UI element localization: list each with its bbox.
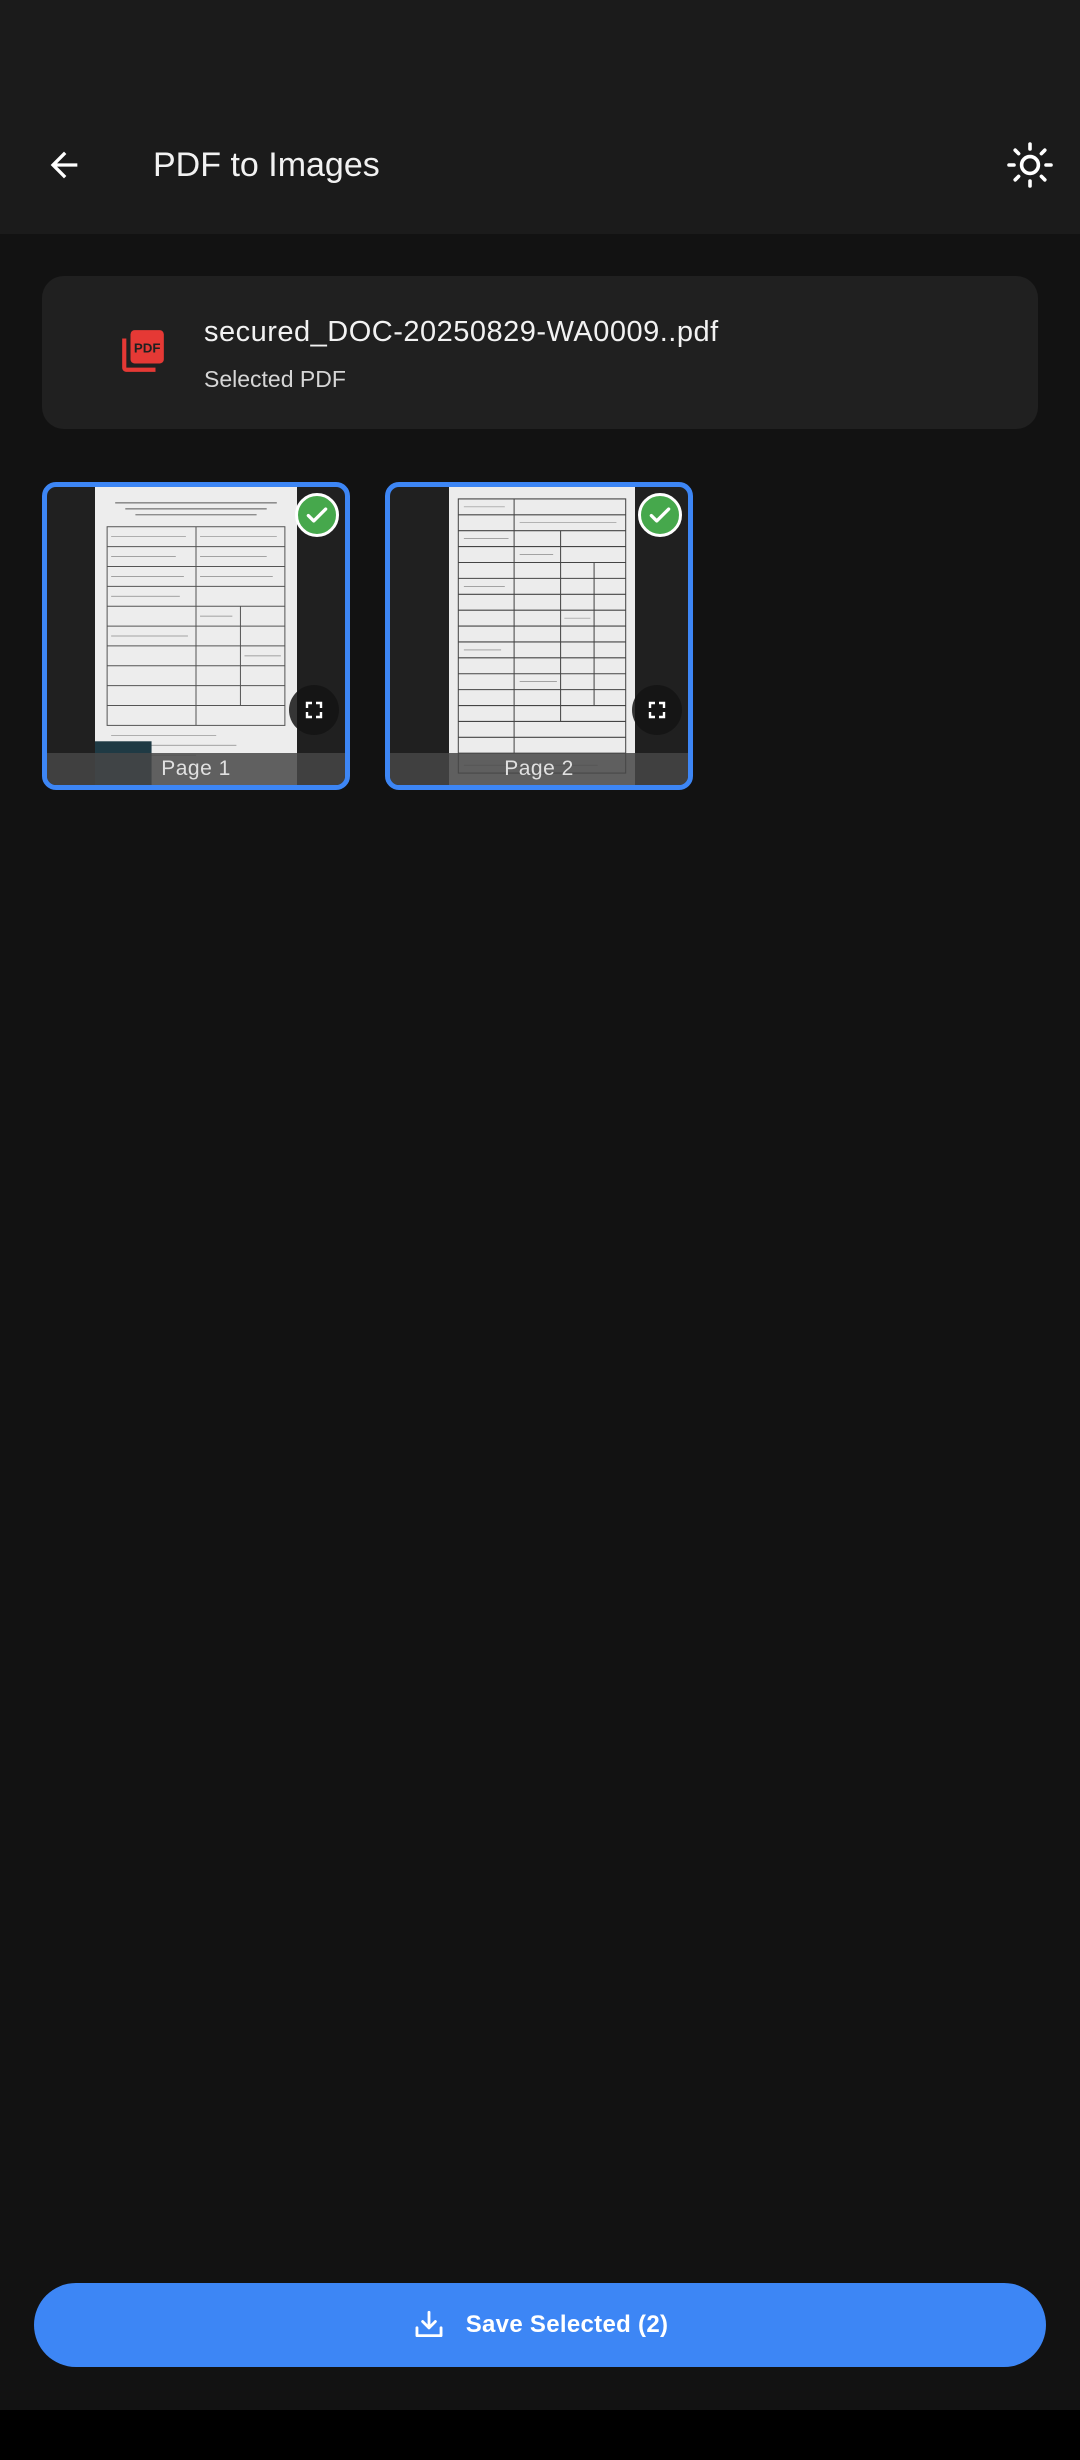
- theme-toggle-button[interactable]: [990, 125, 1070, 205]
- back-button[interactable]: [24, 125, 104, 205]
- selected-check-icon: [638, 493, 682, 537]
- status-bar: [0, 0, 1080, 96]
- arrow-left-icon: [50, 151, 78, 179]
- selected-check-icon: [295, 493, 339, 537]
- navigation-bar: [0, 2410, 1080, 2460]
- svg-text:PDF: PDF: [134, 340, 161, 355]
- file-name: secured_DOC-20250829-WA0009..pdf: [204, 316, 719, 348]
- page-title: PDF to Images: [153, 146, 380, 184]
- download-icon: [415, 2310, 443, 2338]
- expand-preview-button[interactable]: [632, 685, 682, 735]
- page-thumbnail-2[interactable]: Page 2: [385, 482, 693, 790]
- fullscreen-icon: [648, 701, 666, 719]
- page-preview-image: [449, 487, 635, 785]
- page-preview-image: [95, 487, 297, 785]
- page-label: Page 2: [390, 753, 688, 785]
- pdf-file-icon: PDF: [122, 330, 164, 372]
- selected-file-card[interactable]: PDF secured_DOC-20250829-WA0009..pdf Sel…: [42, 276, 1038, 429]
- fullscreen-icon: [305, 701, 323, 719]
- app-root: PDF to Images PDF secured_DOC-20250829-W…: [0, 0, 1080, 2460]
- save-selected-button[interactable]: Save Selected (2): [34, 2283, 1046, 2367]
- save-button-label: Save Selected (2): [465, 2311, 669, 2338]
- app-bar: PDF to Images: [0, 96, 1080, 234]
- file-subtitle: Selected PDF: [204, 366, 346, 392]
- sun-icon: [1007, 142, 1053, 188]
- expand-preview-button[interactable]: [289, 685, 339, 735]
- page-label: Page 1: [47, 753, 345, 785]
- page-thumbnail-1[interactable]: Page 1: [42, 482, 350, 790]
